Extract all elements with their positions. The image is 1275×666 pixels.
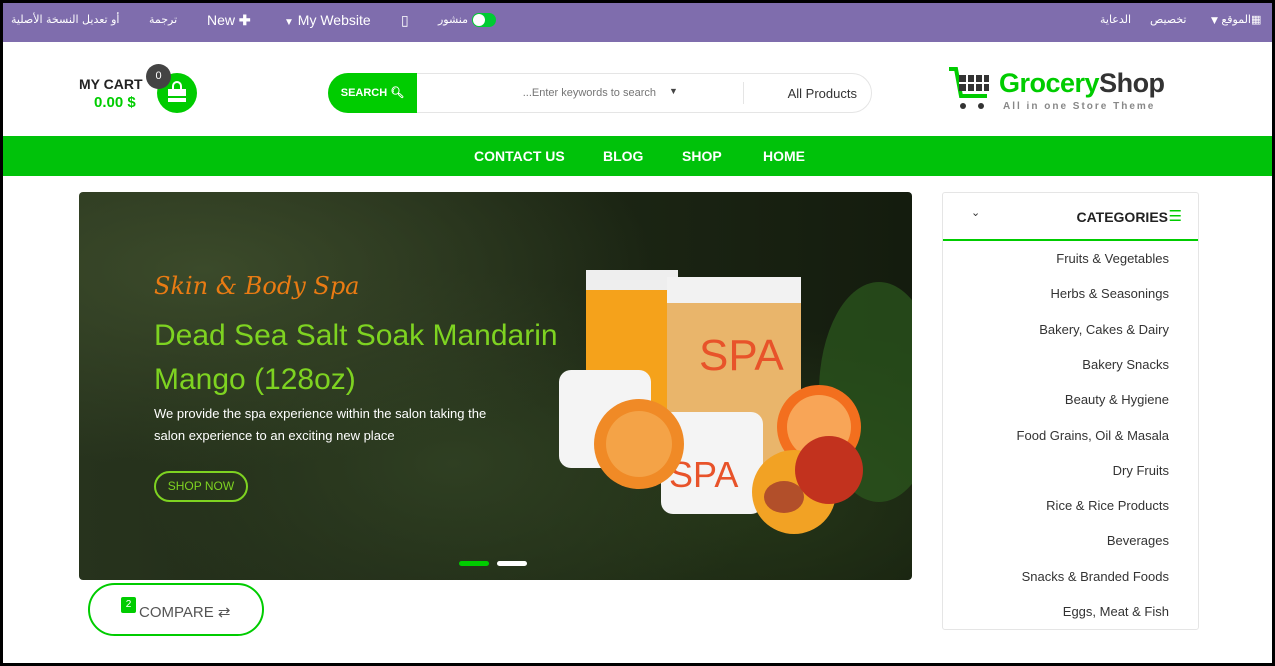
toggle-switch[interactable] (472, 13, 497, 27)
banner-description: We provide the spa experience within the… (154, 406, 487, 443)
cart-total: 0.00 $ (94, 94, 136, 111)
translate-link[interactable]: ترجمة (149, 3, 177, 42)
new-label: New (207, 12, 236, 28)
exchange-icon: ⇄ (217, 604, 231, 621)
publish-toggle[interactable]: منشور (438, 3, 497, 42)
category-item[interactable]: Bakery Snacks (1082, 357, 1169, 372)
category-item[interactable]: Herbs & Seasonings (1050, 286, 1169, 301)
mobile-preview-icon[interactable]: ▯ (401, 3, 409, 42)
compare-button[interactable]: 2 COMPARE ⇄ (88, 583, 264, 636)
cart-count-badge: 0 (146, 64, 171, 89)
apps-grid-icon: ▦ (1250, 13, 1262, 26)
compare-label: COMPARE (139, 604, 214, 621)
banner-subtitle: Skin & Body Spa (154, 272, 360, 300)
category-item[interactable]: Food Grains, Oil & Masala (1017, 428, 1169, 443)
plus-icon: ✚ (238, 12, 251, 28)
nav-home[interactable]: HOME (763, 136, 805, 176)
customize-link[interactable]: تخصيص (1150, 3, 1187, 42)
chevron-down-icon[interactable]: ⌄ (971, 206, 980, 219)
cart-label: MY CART (79, 76, 143, 92)
category-item[interactable]: Beverages (1107, 533, 1169, 548)
hamburger-icon: ☰ (1168, 208, 1182, 225)
main-nav: CONTACT US BLOG SHOP HOME (3, 136, 1272, 176)
website-label: My Website (297, 12, 371, 28)
categories-title: CATEGORIES (1076, 209, 1168, 225)
caret-down-icon[interactable]: ▼ (669, 86, 678, 96)
cart-logo-icon (949, 67, 989, 109)
published-label: منشور (438, 13, 469, 26)
website-menu[interactable]: ▼ My Website (284, 3, 371, 42)
categories-header[interactable]: ⌄ CATEGORIES ☰ (943, 193, 1198, 241)
category-select[interactable]: All Products (788, 86, 857, 101)
shop-now-button[interactable]: SHOP NOW (154, 471, 248, 502)
page: أو تعديل النسخة الأصلية ترجمة New ✚ ▼ My… (3, 3, 1272, 663)
search-button-label: SEARCH (340, 87, 388, 99)
logo-tagline: All in one Store Theme (1003, 101, 1156, 112)
new-button[interactable]: New ✚ (207, 3, 251, 42)
category-item[interactable]: Dry Fruits (1113, 463, 1169, 478)
compare-count-badge: 2 (121, 597, 136, 613)
category-item[interactable]: Snacks & Branded Foods (1022, 569, 1169, 584)
site-label: الموقع (1221, 13, 1251, 26)
category-item[interactable]: Eggs, Meat & Fish (1063, 604, 1169, 619)
logo-text-dark: Shop (1099, 68, 1165, 98)
search-input[interactable] (424, 74, 656, 112)
nav-shop[interactable]: SHOP (682, 136, 722, 176)
slide-dot-2[interactable] (497, 561, 527, 566)
category-item[interactable]: Bakery, Cakes & Dairy (1039, 322, 1169, 337)
search-button[interactable]: SEARCH 🔍︎ (328, 73, 417, 113)
slider-dots (459, 553, 535, 571)
promote-link[interactable]: الدعاية (1100, 3, 1131, 42)
search-icon: 🔍︎ (390, 87, 405, 99)
svg-text:SPA: SPA (699, 331, 784, 380)
categories-panel: ⌄ CATEGORIES ☰ Fruits & Vegetables Herbs … (942, 192, 1199, 630)
search-bar: SEARCH 🔍︎ ▼ All Products (328, 73, 872, 113)
category-item[interactable]: Fruits & Vegetables (1056, 251, 1169, 266)
caret-down-icon: ▼ (284, 17, 294, 28)
nav-contact-us[interactable]: CONTACT US (474, 136, 565, 176)
caret-down-icon: ▼ (1211, 16, 1218, 26)
category-item[interactable]: Beauty & Hygiene (1065, 392, 1169, 407)
edit-original-link[interactable]: أو تعديل النسخة الأصلية (11, 3, 119, 42)
category-item[interactable]: Rice & Rice Products (1046, 498, 1169, 513)
logo-text-green: Grocery (999, 68, 1100, 98)
slide-dot-1[interactable] (459, 561, 489, 566)
hero-banner: SPA SPA Skin & Body Spa Dead Sea Salt So… (79, 192, 912, 580)
site-menu[interactable]: ▼ الموقع▦ (1211, 3, 1261, 42)
shopping-bag-icon (168, 81, 186, 102)
banner-title: Dead Sea Salt Soak Mandarin Mango (128oz… (154, 319, 558, 396)
divider (743, 82, 744, 104)
editor-topbar: أو تعديل النسخة الأصلية ترجمة New ✚ ▼ My… (3, 3, 1272, 42)
nav-blog[interactable]: BLOG (603, 136, 643, 176)
site-header: MY CART 0.00 $ 0 SEARCH 🔍︎ ▼ All Product… (3, 42, 1272, 136)
